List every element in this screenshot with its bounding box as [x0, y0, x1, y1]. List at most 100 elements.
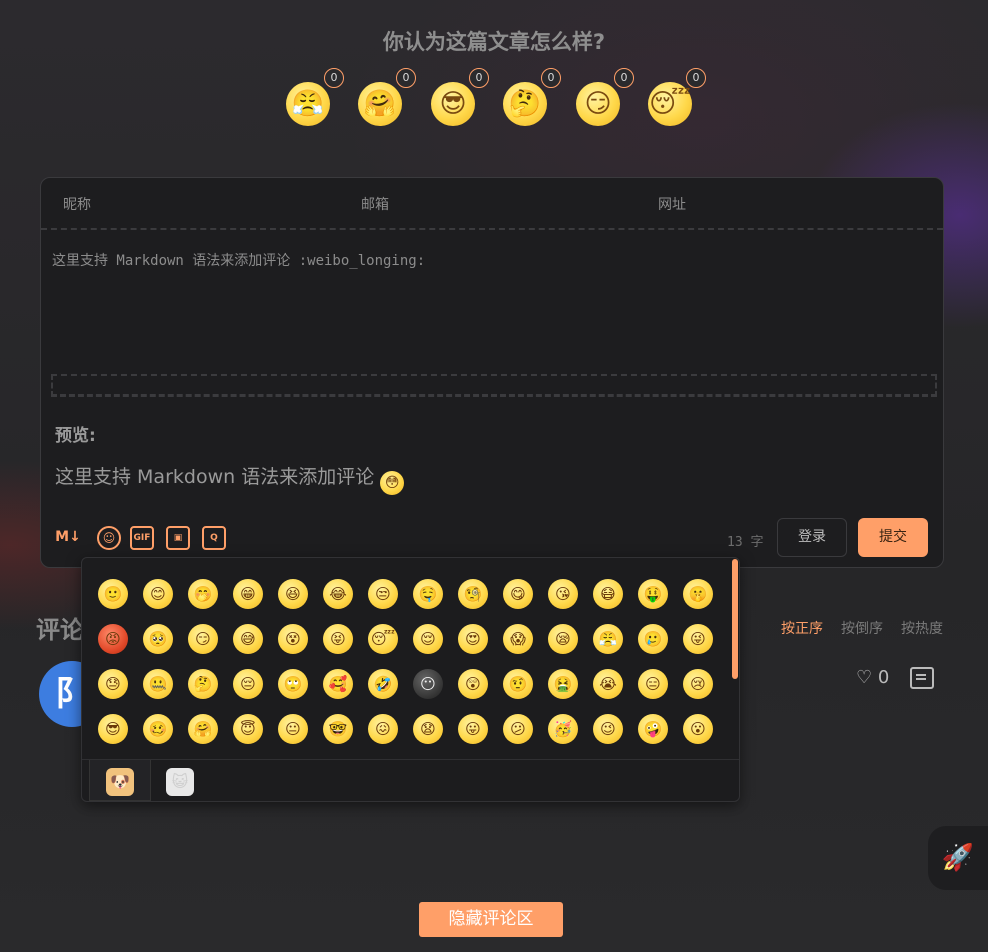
emoji-option[interactable]: 😴 — [368, 624, 398, 654]
emoji-option[interactable]: 😓 — [98, 669, 128, 699]
emoji-option[interactable]: 🤗 — [188, 714, 218, 744]
emoji-option[interactable]: 😂 — [323, 579, 353, 609]
emoji-option[interactable]: 😝 — [323, 624, 353, 654]
emoji-option[interactable]: 😡 — [98, 624, 128, 654]
reaction-count: 0 — [541, 68, 561, 88]
reaction-count: 0 — [686, 68, 706, 88]
submit-button[interactable]: 提交 — [858, 518, 928, 557]
emoji-option[interactable]: 😲 — [458, 669, 488, 699]
preview-content: 这里支持 Markdown 语法来添加评论 😳 — [55, 462, 405, 495]
emoji-option[interactable]: 🤫 — [683, 579, 713, 609]
sort-ascending[interactable]: 按正序 — [781, 618, 823, 638]
emoji-option[interactable]: 😛 — [458, 714, 488, 744]
image-upload-icon[interactable]: ▣ — [166, 526, 190, 550]
emoji-option[interactable]: 🤓 — [323, 714, 353, 744]
emoji-option[interactable]: 🤤 — [413, 579, 443, 609]
comments-heading: 评论 — [36, 616, 84, 644]
website-field[interactable]: 网址 — [658, 194, 686, 214]
emoji-option[interactable]: 🤔 — [188, 669, 218, 699]
emoji-option[interactable]: 😱 — [503, 624, 533, 654]
reaction-angry[interactable]: 😤 0 — [282, 68, 344, 134]
emoji-option[interactable]: 🤣 — [368, 669, 398, 699]
reaction-hug[interactable]: 🤗 0 — [354, 68, 416, 134]
emoji-option[interactable]: 🤪 — [638, 714, 668, 744]
emoji-option[interactable]: 😵 — [278, 624, 308, 654]
emoji-option[interactable]: 😢 — [683, 669, 713, 699]
reaction-smirk[interactable]: 😏 0 — [572, 68, 634, 134]
reaction-cool[interactable]: 😎 0 — [427, 68, 489, 134]
back-to-top-button[interactable]: 🚀 — [928, 826, 988, 890]
like-count: 0 — [877, 667, 890, 688]
emoji-option[interactable]: 😘 — [548, 579, 578, 609]
reaction-title: 你认为这篇文章怎么样? — [382, 30, 606, 54]
emoji-option[interactable]: 🥺 — [143, 624, 173, 654]
comment-textarea[interactable]: 这里支持 Markdown 语法来添加评论 :weibo_longing: — [52, 250, 922, 270]
emoji-option[interactable]: 😷 — [593, 579, 623, 609]
emoji-option[interactable]: 😮 — [683, 714, 713, 744]
comment-form: 昵称 邮箱 网址 这里支持 Markdown 语法来添加评论 :weibo_lo… — [40, 177, 944, 568]
emoji-option[interactable]: 😔 — [233, 669, 263, 699]
emoji-option[interactable]: 😅 — [233, 624, 263, 654]
emoji-option[interactable]: 😎 — [98, 714, 128, 744]
emoji-option[interactable]: 😍 — [458, 624, 488, 654]
emoji-option[interactable]: 😁 — [233, 579, 263, 609]
emoji-option[interactable]: 😜 — [683, 624, 713, 654]
emoji-option[interactable]: 🤑 — [638, 579, 668, 609]
emoji-option[interactable]: 😋 — [503, 579, 533, 609]
emoji-scrollbar[interactable] — [732, 559, 738, 679]
sunglasses-face-icon: 😎 — [431, 82, 475, 126]
emoji-option[interactable]: 😭 — [593, 669, 623, 699]
emoji-option[interactable]: 😪 — [548, 624, 578, 654]
email-field[interactable]: 邮箱 — [361, 194, 389, 214]
emoji-tab-doge[interactable]: 🐶 — [89, 760, 151, 801]
login-button[interactable]: 登录 — [777, 518, 847, 557]
emoji-option[interactable]: 😶 — [413, 669, 443, 699]
emoji-grid: 🙂 😊 🤭 😁 😆 😂 😒 🤤 🧐 😋 😘 😷 🤑 🤫 😡 🥺 😏 😅 😵 😝 😴 😌 😍 😱 😪 😤 🥲 😜 😓 🤐 🤔 😔 🙄 🥰 🤣 😶 😲 🤨 🤮 😭… — [89, 568, 719, 758]
emoji-tab-bilibili[interactable]: 😺 — [150, 760, 210, 800]
emoji-option[interactable]: 😑 — [638, 669, 668, 699]
emoji-option[interactable]: 😕 — [503, 714, 533, 744]
preview-toggle-icon[interactable]: Q — [202, 526, 226, 550]
emoji-option[interactable]: 😒 — [368, 579, 398, 609]
reply-icon[interactable] — [910, 667, 934, 689]
sort-descending[interactable]: 按倒序 — [841, 618, 883, 638]
hide-comments-button[interactable]: 隐藏评论区 — [419, 902, 563, 937]
like-button[interactable]: ♡ 0 — [856, 667, 889, 688]
emoji-option[interactable]: 🤐 — [143, 669, 173, 699]
reaction-bar: 😤 0 🤗 0 😎 0 🤔 0 😏 0 😴 0 — [282, 68, 712, 134]
emoji-option[interactable]: 😊 — [143, 579, 173, 609]
thinking-face-icon: 🤔 — [503, 82, 547, 126]
emoji-icon[interactable]: ☺ — [97, 526, 121, 550]
emoji-option[interactable]: 😧 — [413, 714, 443, 744]
heart-icon: ♡ — [856, 667, 873, 688]
emoji-option[interactable]: 😖 — [368, 714, 398, 744]
reaction-thinking[interactable]: 🤔 0 — [499, 68, 561, 134]
emoji-option[interactable]: 🙂 — [98, 579, 128, 609]
sort-hot[interactable]: 按热度 — [901, 618, 943, 638]
emoji-option[interactable]: 😤 — [593, 624, 623, 654]
smirk-face-icon: 😏 — [576, 82, 620, 126]
nickname-field[interactable]: 昵称 — [63, 194, 91, 214]
markdown-icon[interactable]: M↓ — [55, 524, 81, 550]
emoji-option[interactable]: 😆 — [278, 579, 308, 609]
emoji-option[interactable]: 🥲 — [638, 624, 668, 654]
emoji-option[interactable]: 😇 — [233, 714, 263, 744]
emoji-option[interactable]: 😏 — [188, 624, 218, 654]
editor-resize-handle[interactable] — [51, 374, 937, 397]
emoji-picker: 🙂 😊 🤭 😁 😆 😂 😒 🤤 🧐 😋 😘 😷 🤑 🤫 😡 🥺 😏 😅 😵 😝 😴 😌 😍 😱 😪 😤 🥲 😜 😓 🤐 🤔 😔 🙄 🥰 🤣 😶 😲 🤨 🤮 😭… — [81, 557, 740, 802]
emoji-option[interactable]: 🤨 — [503, 669, 533, 699]
sleepy-face-icon: 😴 — [648, 82, 692, 126]
emoji-option[interactable]: 🥴 — [143, 714, 173, 744]
emoji-option[interactable]: 😌 — [413, 624, 443, 654]
emoji-option[interactable]: 🤮 — [548, 669, 578, 699]
emoji-option[interactable]: 🥳 — [548, 714, 578, 744]
emoji-option[interactable]: 😉 — [593, 714, 623, 744]
emoji-option[interactable]: 🥰 — [323, 669, 353, 699]
emoji-option[interactable]: 🙄 — [278, 669, 308, 699]
emoji-option[interactable]: 🤭 — [188, 579, 218, 609]
reaction-sleepy[interactable]: 😴 0 — [644, 68, 706, 134]
gif-icon[interactable]: GIF — [130, 526, 154, 550]
emoji-option[interactable]: 😐 — [278, 714, 308, 744]
reaction-count: 0 — [469, 68, 489, 88]
emoji-option[interactable]: 🧐 — [458, 579, 488, 609]
